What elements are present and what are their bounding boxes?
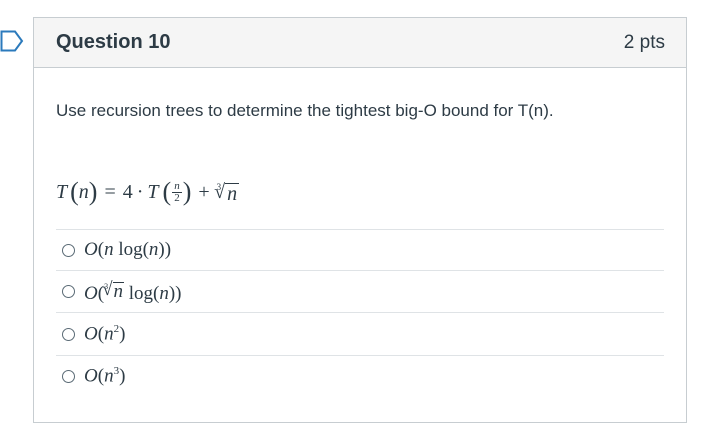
flag-question-icon[interactable]: [0, 30, 24, 52]
equation-lhs: T: [56, 180, 68, 203]
equation-coefficient: 4: [122, 180, 133, 203]
answer-list: O(n log(n)) O(3 √ n log(n)) O(n2) O(n3): [56, 229, 664, 396]
question-title: Question 10: [56, 31, 171, 53]
answer-label: O(3 √ n log(n)): [84, 278, 182, 304]
equation-fraction: n 2: [172, 179, 182, 204]
answer-option[interactable]: O(3 √ n log(n)): [56, 270, 664, 312]
answer-label: O(n3): [84, 364, 126, 387]
radio-button[interactable]: [62, 243, 75, 257]
question-card: Question 10 2 pts Use recursion trees to…: [33, 17, 687, 423]
radio-button[interactable]: [62, 285, 75, 298]
answer-option[interactable]: O(n3): [56, 355, 664, 396]
equation-func: T: [147, 180, 159, 203]
answer-label: O(n2): [84, 322, 126, 345]
answer-option[interactable]: O(n log(n)): [56, 229, 664, 270]
radio-button[interactable]: [62, 369, 75, 383]
equation-cube-root: 3 √ n: [214, 180, 240, 205]
question-header: Question 10 2 pts: [34, 18, 686, 68]
question-prompt: Use recursion trees to determine the tig…: [56, 101, 554, 120]
answer-label: O(n log(n)): [84, 239, 172, 260]
question-points: 2 pts: [623, 31, 665, 53]
equation-lhs-arg: n: [78, 180, 89, 203]
radio-button[interactable]: [62, 327, 75, 341]
recurrence-equation: T (n) = 4 · T ( n 2 ) + 3 √ n: [56, 177, 240, 206]
answer-option[interactable]: O(n2): [56, 312, 664, 355]
question-body: Use recursion trees to determine the tig…: [34, 101, 686, 396]
